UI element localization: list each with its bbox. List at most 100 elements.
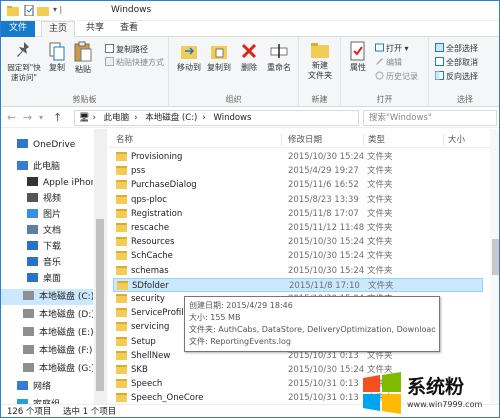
file-date: 2015/11/8 17:10 bbox=[289, 280, 360, 291]
file-date: 2015/10/30 15:24 bbox=[288, 365, 365, 375]
up-arrow-icon[interactable]: ↑ bbox=[53, 111, 62, 125]
nav-item-4[interactable]: 视频 bbox=[1, 191, 93, 207]
breadcrumb-windows[interactable]: Windows bbox=[213, 113, 251, 123]
open-group: 属性 打开 ▾ 编辑 历史记录 打开 bbox=[341, 37, 429, 107]
file-type: 文件夹 bbox=[367, 251, 393, 262]
recent-dropdown-icon[interactable]: ▾ bbox=[39, 111, 43, 125]
file-row[interactable]: pss 2015/4/29 19:27 文件夹 bbox=[113, 164, 483, 178]
paste-button[interactable]: 粘贴 bbox=[71, 41, 95, 75]
folder-icon bbox=[116, 251, 127, 261]
select-all-button[interactable]: 全部选择 bbox=[435, 43, 478, 55]
move-to-button[interactable]: 移动到 bbox=[175, 41, 203, 73]
open-icon bbox=[375, 43, 384, 52]
nav-item-11[interactable]: 本地磁盘 (D:) bbox=[1, 307, 93, 323]
file-name: SDfolder bbox=[132, 280, 169, 291]
item-count: 126 个项目 bbox=[7, 407, 52, 417]
navigation-pane: OneDrive 此电脑 Apple iPhone 视频图片文档下载音乐桌面本地磁盘 … bbox=[1, 129, 107, 410]
pc-icon: 🖥 › bbox=[79, 113, 96, 123]
nav-item-2[interactable]: 此电脑 bbox=[1, 159, 93, 175]
copy-to-button[interactable]: 复制到 bbox=[205, 41, 233, 73]
tab-home[interactable]: 主页 bbox=[41, 21, 76, 38]
new-group-label: 新建 bbox=[311, 95, 328, 104]
nav-item-label: 网络 bbox=[33, 382, 52, 392]
windows-logo-icon bbox=[363, 372, 401, 414]
nav-item-label: 文档 bbox=[43, 226, 62, 236]
search-input[interactable]: 搜索"Windows" bbox=[363, 110, 497, 126]
new-folder-button[interactable]: 新建 文件夹 bbox=[303, 41, 337, 81]
file-name: Speech bbox=[131, 379, 163, 390]
file-row[interactable]: Registration 2015/11/8 17:07 文件夹 bbox=[113, 207, 483, 221]
nav-item-5[interactable]: 图片 bbox=[1, 207, 93, 223]
tab-view[interactable]: 查看 bbox=[113, 21, 145, 37]
file-list-scrollbar[interactable] bbox=[490, 129, 499, 404]
file-row[interactable]: qps-ploc 2015/8/23 13:39 文件夹 bbox=[113, 193, 483, 207]
file-name: pss bbox=[131, 166, 146, 177]
scrollbar-thumb[interactable] bbox=[96, 219, 104, 391]
column-type[interactable]: 类型 bbox=[364, 134, 444, 146]
select-all-icon bbox=[435, 43, 444, 52]
file-row[interactable]: SchCache 2015/10/30 15:24 文件夹 bbox=[113, 249, 483, 263]
nav-item-1[interactable]: OneDrive bbox=[1, 137, 93, 153]
column-size[interactable]: 大小 bbox=[444, 134, 490, 146]
file-row[interactable]: SDfolder 2015/11/8 17:10 文件夹 bbox=[113, 277, 483, 292]
file-name: SchCache bbox=[131, 251, 173, 262]
invert-selection-button[interactable]: 反向选择 bbox=[435, 71, 478, 83]
file-row[interactable]: Provisioning 2015/10/30 15:24 文件夹 bbox=[113, 150, 483, 164]
open-button[interactable]: 打开 ▾ bbox=[375, 43, 409, 55]
nav-item-9[interactable]: 桌面 bbox=[1, 271, 93, 287]
new-folder-quick-icon[interactable] bbox=[37, 5, 49, 16]
nav-item-13[interactable]: 本地磁盘 (F:) bbox=[1, 343, 93, 359]
back-arrow-icon[interactable]: ← bbox=[7, 111, 16, 125]
pin-label: 固定到"快速访问" bbox=[7, 63, 41, 82]
nav-item-8[interactable]: 音乐 bbox=[1, 255, 93, 271]
file-row[interactable]: rescache 2015/11/12 11:48 文件夹 bbox=[113, 221, 483, 235]
properties-button[interactable]: 属性 bbox=[345, 41, 371, 73]
file-type: 文件夹 bbox=[367, 223, 393, 233]
column-date[interactable]: 修改日期 bbox=[284, 134, 364, 146]
nav-item-label: OneDrive bbox=[33, 140, 76, 150]
paste-shortcut-button[interactable]: 粘贴快捷方式 bbox=[105, 57, 164, 69]
rename-button[interactable]: 重命名 bbox=[263, 41, 295, 73]
nav-item-3[interactable]: Apple iPhone bbox=[1, 175, 93, 191]
properties-quick-icon[interactable] bbox=[23, 5, 35, 16]
nav-item-14[interactable]: 本地磁盘 (G:) bbox=[1, 361, 93, 377]
history-button[interactable]: 历史记录 bbox=[375, 71, 418, 83]
nav-item-12[interactable]: 本地磁盘 (E:) bbox=[1, 325, 93, 341]
copy-path-label: 复制路径 bbox=[116, 45, 148, 54]
nav-item-label: Apple iPhone bbox=[43, 178, 93, 188]
file-row[interactable]: PurchaseDialog 2015/11/6 16:52 文件夹 bbox=[113, 178, 483, 192]
invert-selection-icon bbox=[435, 71, 444, 80]
copy-button[interactable]: 复制 bbox=[45, 41, 69, 73]
file-type: 文件夹 bbox=[367, 237, 393, 248]
tab-share[interactable]: 共享 bbox=[79, 21, 111, 37]
column-name[interactable]: 名称 bbox=[112, 134, 282, 146]
scrollbar-thumb[interactable] bbox=[492, 239, 499, 275]
address-bar[interactable]: 🖥 › 此电脑 › 本地磁盘 (C:) › Windows bbox=[74, 110, 359, 126]
selection-count: 选中 1 个项目 bbox=[63, 407, 117, 417]
forward-arrow-icon[interactable]: → bbox=[23, 111, 32, 125]
file-type: 文件夹 bbox=[367, 166, 393, 177]
quick-access-dropdown-icon[interactable]: ▾ | bbox=[53, 5, 62, 14]
history-label: 历史记录 bbox=[386, 72, 418, 81]
select-none-button[interactable]: 全部取消 bbox=[435, 57, 478, 69]
copy-path-button[interactable]: 复制路径 bbox=[105, 44, 148, 56]
column-header: 名称 修改日期 类型 大小 bbox=[108, 132, 491, 148]
breadcrumb-this-pc[interactable]: 此电脑 bbox=[104, 113, 130, 123]
edit-button[interactable]: 编辑 bbox=[375, 57, 402, 69]
delete-button[interactable]: 删除 bbox=[237, 41, 261, 73]
breadcrumb-drive-c[interactable]: 本地磁盘 (C:) bbox=[145, 113, 197, 123]
copy-path-icon bbox=[105, 44, 114, 53]
ribbon-tabs: 文件 主页 共享 查看 bbox=[1, 21, 499, 38]
tab-file[interactable]: 文件 bbox=[1, 21, 35, 37]
pin-quick-access-button[interactable]: 固定到"快速访问" bbox=[5, 41, 43, 83]
phone-icon bbox=[27, 177, 38, 186]
folder-icon bbox=[116, 379, 127, 389]
nav-item-10[interactable]: 本地磁盘 (C:) bbox=[1, 289, 93, 305]
nav-item-15[interactable]: 网络 bbox=[1, 379, 93, 395]
nav-item-6[interactable]: 文档 bbox=[1, 223, 93, 239]
nav-scrollbar[interactable] bbox=[94, 129, 106, 404]
file-row[interactable]: schemas 2015/10/30 15:24 文件夹 bbox=[113, 264, 483, 278]
nav-item-7[interactable]: 下载 bbox=[1, 239, 93, 255]
file-row[interactable]: Resources 2015/10/30 15:24 文件夹 bbox=[113, 235, 483, 249]
select-group: 全部选择 全部取消 反向选择 选择 bbox=[429, 37, 499, 107]
